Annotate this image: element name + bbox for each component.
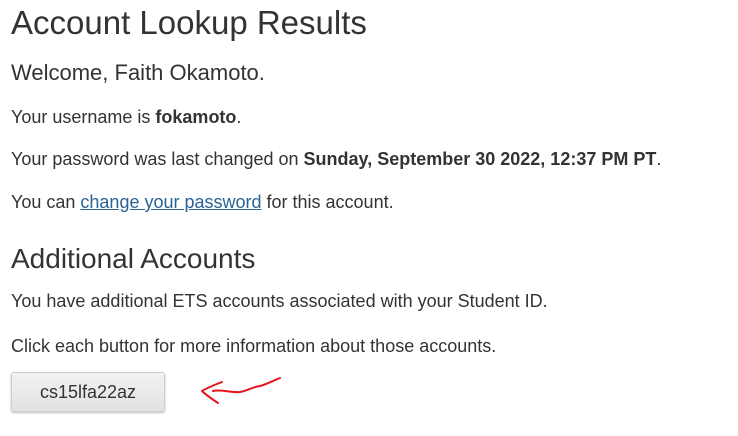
hand-drawn-arrow-icon: [201, 377, 281, 404]
additional-accounts-intro: You have additional ETS accounts associa…: [11, 291, 548, 311]
change-password-prefix: You can: [11, 192, 81, 212]
password-changed-date: Sunday, September 30 2022, 12:37 PM PT: [303, 149, 657, 169]
username-value: fokamoto: [155, 107, 237, 127]
username-prefix: Your username is: [11, 107, 156, 127]
page-title: Account Lookup Results: [11, 4, 367, 41]
change-password-suffix: for this account.: [261, 192, 394, 212]
password-changed-line: Your password was last changed on Sunday…: [11, 147, 661, 171]
welcome-message: Welcome, Faith Okamoto.: [11, 60, 265, 85]
password-changed-prefix: Your password was last changed on: [11, 149, 304, 169]
username-line: Your username is fokamoto.: [11, 105, 241, 129]
additional-accounts-instructions: Click each button for more information a…: [11, 336, 497, 356]
username-suffix: .: [236, 107, 242, 127]
change-password-line: You can change your password for this ac…: [11, 190, 394, 214]
password-changed-suffix: .: [656, 149, 662, 169]
additional-accounts-heading: Additional Accounts: [11, 243, 256, 274]
account-button-cs15lfa22az[interactable]: cs15lfa22az: [11, 372, 165, 412]
change-password-link[interactable]: change your password: [80, 192, 261, 212]
